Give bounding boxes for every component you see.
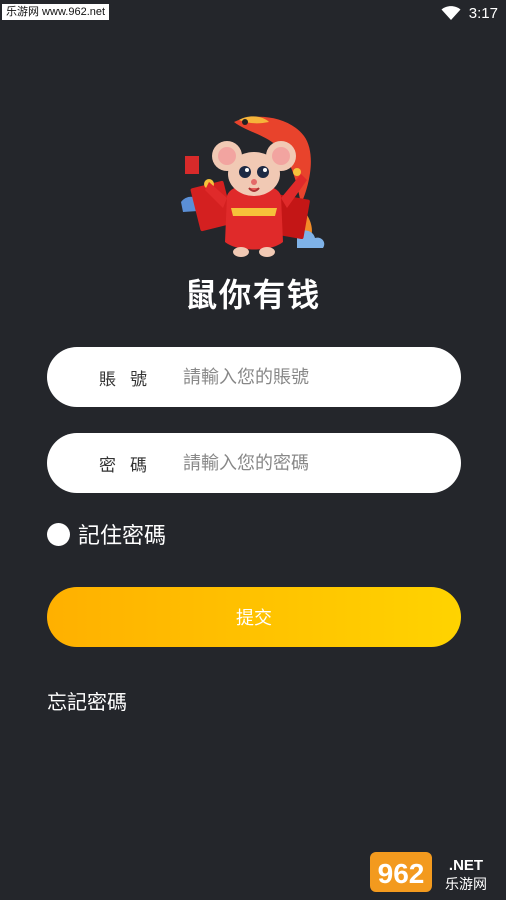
app-title: 鼠你有钱: [184, 276, 321, 314]
password-input[interactable]: [181, 451, 445, 475]
account-field[interactable]: 賬號: [47, 347, 461, 407]
watermark-number: 962: [378, 858, 425, 889]
account-input[interactable]: [181, 365, 445, 389]
watermark-text: 乐游网: [445, 877, 487, 893]
status-right: 3:17: [441, 3, 498, 23]
remember-radio[interactable]: [47, 522, 70, 546]
password-field[interactable]: 密碼: [47, 433, 461, 493]
remember-label: 記住密碼: [78, 524, 167, 549]
wifi-icon: [441, 6, 461, 20]
watermark-top: 乐游网 www.962.net: [2, 4, 110, 20]
watermark-bottom-logo: 962 .NET 乐游网: [370, 852, 487, 893]
status-time: 3:17: [468, 4, 498, 22]
mouse-new-year-logo: [181, 116, 325, 257]
password-label: 密碼: [99, 455, 161, 476]
forgot-password-link[interactable]: 忘記密碼: [47, 686, 127, 715]
remember-password-toggle[interactable]: 記住密碼: [47, 518, 166, 550]
watermark-suffix: .NET: [449, 857, 483, 874]
status-bar: 乐游网 www.962.net 3:17: [0, 0, 506, 26]
account-label: 賬號: [99, 369, 161, 390]
submit-button[interactable]: 提交: [47, 587, 461, 647]
